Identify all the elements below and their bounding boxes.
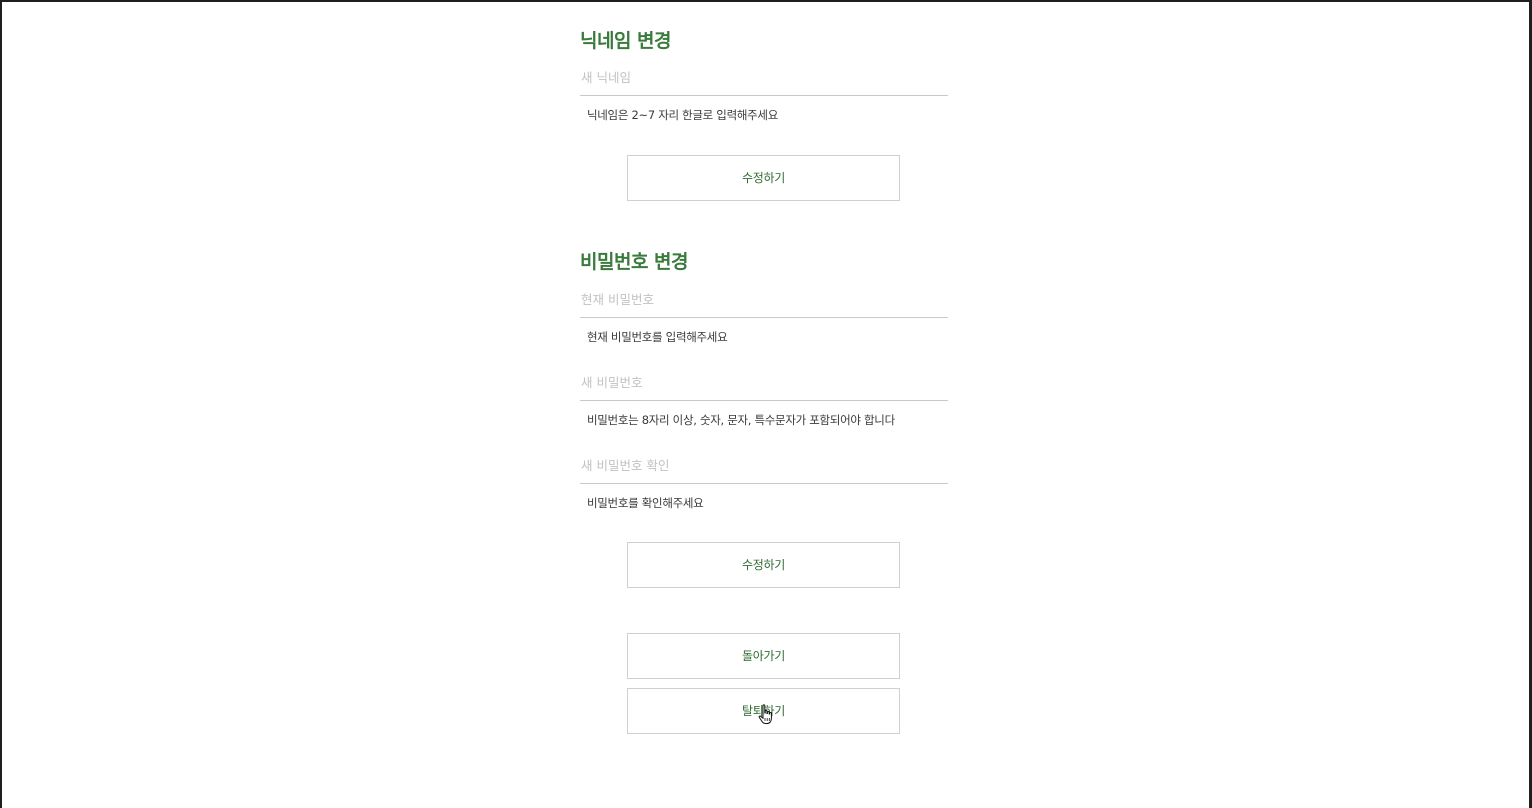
back-button[interactable]: 돌아가기 [627,633,900,679]
confirm-password-input[interactable] [580,454,948,484]
password-submit-button[interactable]: 수정하기 [627,542,900,588]
new-password-input[interactable] [580,371,948,401]
current-password-input[interactable] [580,288,948,318]
nickname-section-title: 닉네임 변경 [580,30,672,52]
new-nickname-input[interactable] [580,66,948,96]
withdraw-button[interactable]: 탈퇴하기 [627,688,900,734]
password-section-title: 비밀번호 변경 [580,251,689,273]
confirm-password-helper-text: 비밀번호를 확인해주세요 [587,496,704,510]
nickname-submit-button[interactable]: 수정하기 [627,155,900,201]
new-password-helper-text: 비밀번호는 8자리 이상, 숫자, 문자, 특수문자가 포함되어야 합니다 [587,413,895,427]
nickname-helper-text: 닉네임은 2~7 자리 한글로 입력해주세요 [587,108,778,122]
current-password-helper-text: 현재 비밀번호를 입력해주세요 [587,330,728,344]
